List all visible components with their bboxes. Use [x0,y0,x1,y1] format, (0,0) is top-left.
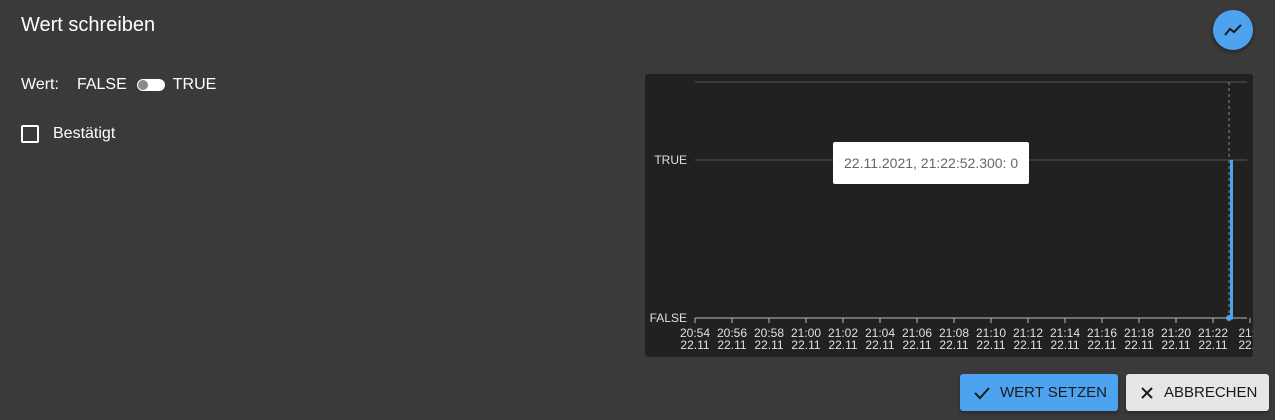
set-value-label: WERT SETZEN [1000,384,1107,401]
chart-svg: FALSETRUE20:5422.1120:5622.1120:5822.112… [650,81,1253,352]
x-tick-date: 22.11 [976,338,1005,352]
x-tick-date: 22.11 [1013,338,1042,352]
x-tick-date: 22.11 [828,338,857,352]
check-icon [974,386,990,400]
x-tick-date: 22.11 [1087,338,1116,352]
cancel-label: ABBRECHEN [1164,384,1258,401]
switch-thumb [137,80,148,90]
x-tick-date: 22.11 [1161,338,1190,352]
cancel-button[interactable]: ABBRECHEN [1126,374,1269,411]
x-tick-date: 22.11 [791,338,820,352]
x-tick-date: 22.11 [754,338,783,352]
false-label: FALSE [76,76,127,93]
x-tick-date: 22.11 [1050,338,1079,352]
set-value-button[interactable]: WERT SETZEN [960,374,1118,411]
value-switch[interactable] [136,78,165,92]
dialog-title: Wert schreiben [21,14,156,36]
x-tick-date: 22.11 [865,338,894,352]
chart-toggle-button[interactable] [1213,10,1253,50]
line-chart-icon [1224,24,1242,36]
x-tick-date: 22.11 [939,338,968,352]
y-tick-label: FALSE [650,311,687,325]
x-tick-date: 22.11 [717,338,746,352]
confirm-checkbox[interactable] [21,125,39,143]
confirm-label: Bestätigt [53,125,116,142]
chart-tooltip: 22.11.2021, 21:22:52.300: 0 [833,142,1030,184]
data-point [1226,315,1233,321]
history-chart: FALSE TRUE 20:54 22.11 20:56 22.11 20:58 22.11 2… [645,74,1253,357]
y-tick-label: TRUE [654,153,687,167]
close-icon [1140,386,1154,400]
x-tick-date: 22.1 [1238,338,1253,352]
x-tick-date: 22.11 [1124,338,1153,352]
value-row: Wert: FALSE TRUE [21,76,216,94]
x-tick-date: 22.11 [1198,338,1227,352]
value-label: Wert: [21,76,59,93]
confirm-row[interactable]: Bestätigt [21,125,115,143]
true-label: TRUE [172,76,217,93]
x-tick-date: 22.11 [680,338,709,352]
x-tick-date: 22.11 [902,338,931,352]
